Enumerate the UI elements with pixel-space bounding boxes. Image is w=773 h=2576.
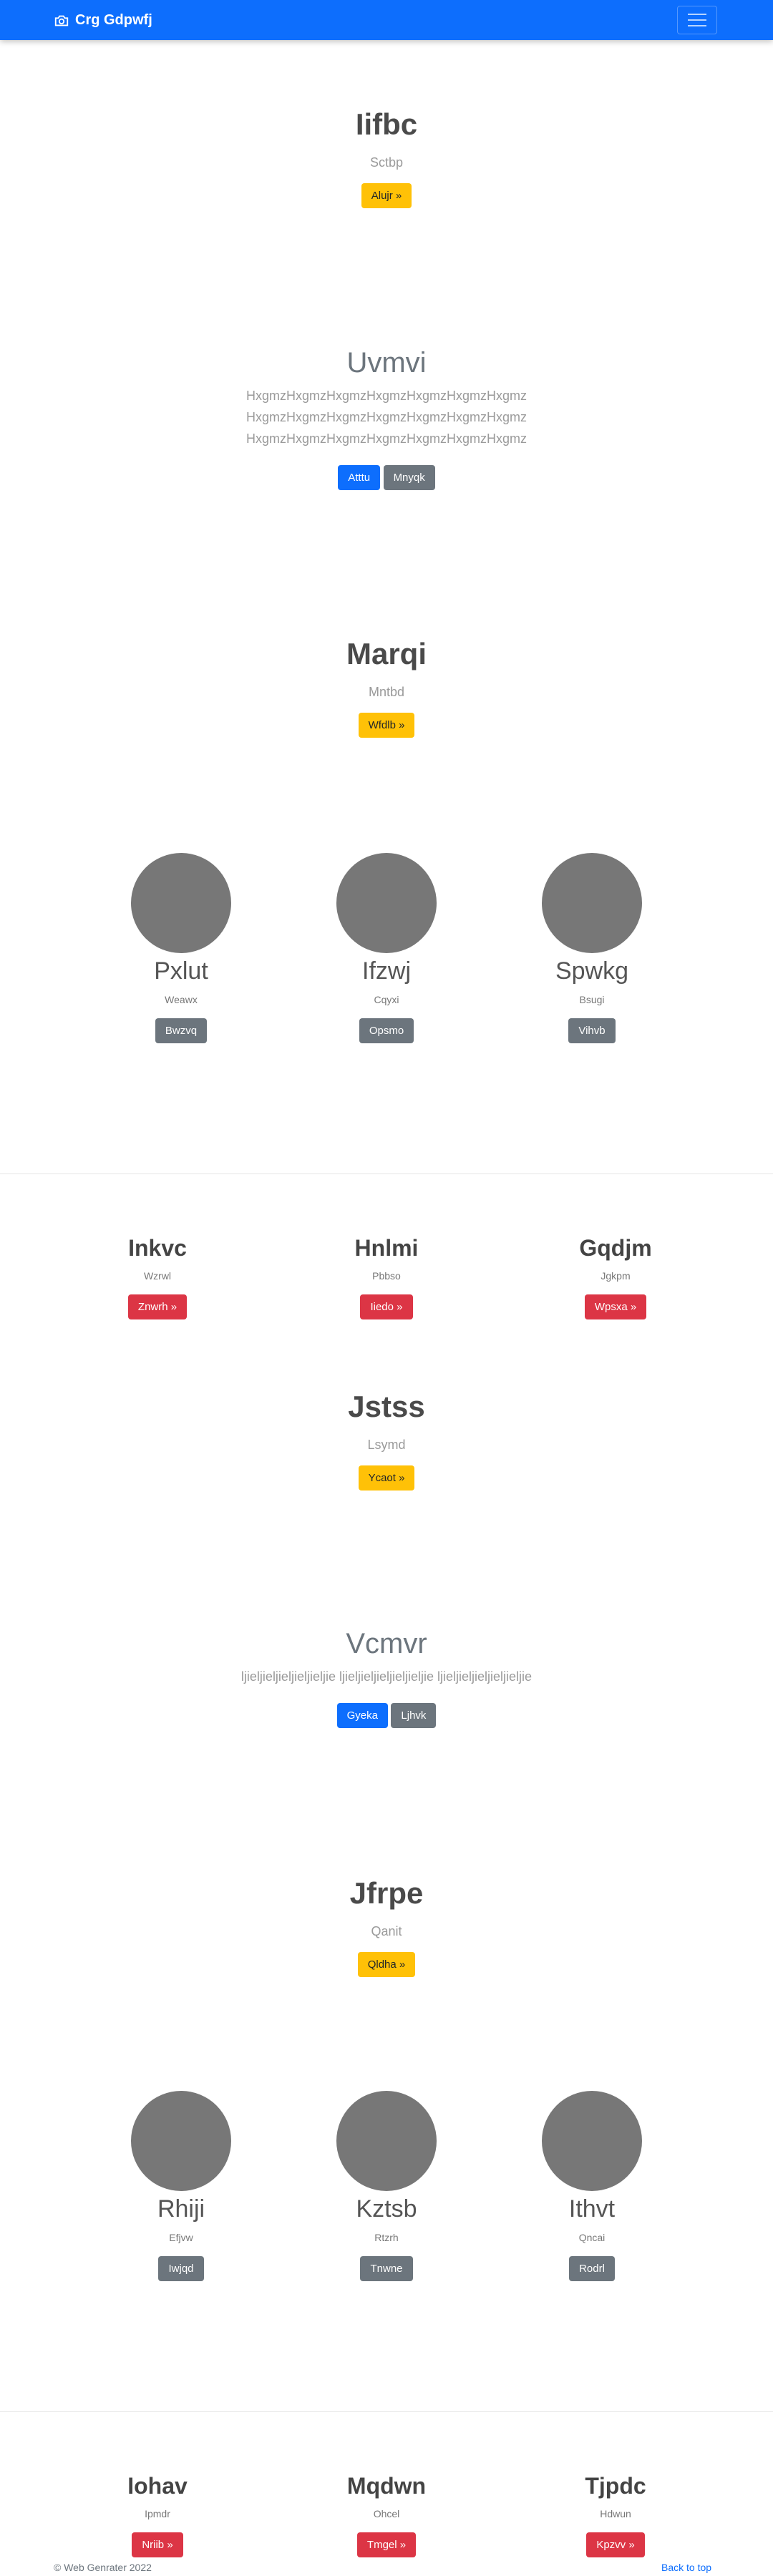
- hero-line-2: HxgmzHxgmzHxgmzHxgmzHxgmzHxgmzHxgmz: [245, 410, 528, 424]
- hero-section-4: Jstss Lsymd Ycaot »: [0, 1390, 773, 1491]
- card-title: Spwkg: [555, 957, 629, 985]
- card-subtitle: Weawx: [165, 994, 198, 1005]
- card: Spwkg Bsugi Vihvb: [513, 853, 671, 1043]
- primary-button[interactable]: Gyeka: [336, 1703, 388, 1728]
- feature-column: Inkvc Wzrwl Znwrh »: [79, 1231, 236, 1319]
- hero-button[interactable]: Alujr »: [361, 183, 412, 208]
- feature-title: Inkvc: [128, 1235, 187, 1261]
- hero-button[interactable]: Ycaot »: [358, 1465, 415, 1491]
- navbar: Crg Gdpwfj: [0, 0, 773, 40]
- feature-button[interactable]: Wpsxa »: [584, 1294, 647, 1319]
- hero-button[interactable]: Qldha »: [357, 1952, 416, 1977]
- card-button[interactable]: Tnwne: [360, 2256, 413, 2281]
- hero-section-3: Marqi Mntbd Wfdlb »: [0, 637, 773, 738]
- avatar-placeholder: [336, 2091, 437, 2191]
- feature-subtitle: Wzrwl: [143, 1270, 172, 1282]
- avatar-placeholder: [131, 2091, 231, 2191]
- hero-title: Jstss: [348, 1390, 425, 1423]
- card-button[interactable]: Bwzvq: [155, 1018, 208, 1043]
- card-title: Kztsb: [356, 2195, 417, 2223]
- hero-section-5: Vcmvr ljieljieljieljieljieljie ljieljiel…: [0, 1628, 773, 1728]
- feature-button[interactable]: Nriib »: [132, 2532, 183, 2557]
- feature-title: Hnlmi: [354, 1235, 419, 1261]
- footer-copyright: © Web Genrater 2022: [54, 2562, 152, 2573]
- feature-title: Iohav: [127, 2473, 188, 2499]
- brand-label: Crg Gdpwfj: [75, 12, 152, 28]
- feature-subtitle: Jgkpm: [601, 1270, 631, 1282]
- card-subtitle: Rtzrh: [374, 2232, 399, 2243]
- section-divider: [0, 2411, 773, 2412]
- card-title: Ifzwj: [362, 957, 411, 985]
- hero-title: Vcmvr: [346, 1628, 427, 1659]
- card: Ifzwj Cqyxi Opsmo: [308, 853, 465, 1043]
- secondary-button[interactable]: Mnyqk: [383, 465, 435, 490]
- card-title: Pxlut: [154, 957, 208, 985]
- avatar-placeholder: [336, 853, 437, 953]
- feature-title: Tjpdc: [585, 2473, 646, 2499]
- hero-title: Uvmvi: [346, 347, 427, 379]
- card: Ithvt Qncai Rodrl: [513, 2091, 671, 2281]
- feature-title: Mqdwn: [346, 2473, 427, 2499]
- card-title: Ithvt: [568, 2195, 616, 2223]
- hero-title: Marqi: [346, 637, 427, 670]
- avatar-placeholder: [131, 853, 231, 953]
- feature-subtitle: Ipmdr: [145, 2508, 170, 2519]
- card: Kztsb Rtzrh Tnwne: [308, 2091, 465, 2281]
- feature-column: Mqdwn Ohcel Tmgel »: [308, 2469, 465, 2557]
- camera-icon: [54, 15, 69, 26]
- hero-title: Iifbc: [355, 107, 418, 141]
- card-button[interactable]: Rodrl: [569, 2256, 615, 2281]
- hero-line: ljieljieljieljieljieljie ljieljieljielji…: [240, 1669, 533, 1684]
- feature-column: Hnlmi Pbbso Iiedo »: [308, 1231, 465, 1319]
- feature-column: Iohav Ipmdr Nriib »: [79, 2469, 236, 2557]
- hero-subtitle: Mntbd: [368, 685, 405, 699]
- feature-subtitle: Pbbso: [372, 1270, 401, 1282]
- hero-subtitle: Lsymd: [367, 1438, 406, 1452]
- avatar-placeholder: [542, 2091, 642, 2191]
- feature-button[interactable]: Kpzvv »: [586, 2532, 645, 2557]
- hero-line-3: HxgmzHxgmzHxgmzHxgmzHxgmzHxgmzHxgmz: [245, 431, 528, 446]
- hero-section-6: Jfrpe Qanit Qldha »: [0, 1876, 773, 1977]
- card-subtitle: Efjvw: [169, 2232, 193, 2243]
- navbar-brand[interactable]: Crg Gdpwfj: [54, 12, 152, 29]
- card-title: Rhiji: [157, 2195, 205, 2223]
- avatar-placeholder: [542, 853, 642, 953]
- card-button[interactable]: Iwjqd: [158, 2256, 204, 2281]
- feature-button[interactable]: Znwrh »: [127, 1294, 188, 1319]
- card: Pxlut Weawx Bwzvq: [102, 853, 260, 1043]
- feature-subtitle: Ohcel: [373, 2508, 400, 2519]
- feature-button[interactable]: Iiedo »: [360, 1294, 413, 1319]
- card: Rhiji Efjvw Iwjqd: [102, 2091, 260, 2281]
- hero-subtitle: Qanit: [371, 1924, 402, 1938]
- feature-column: Tjpdc Hdwun Kpzvv »: [537, 2469, 694, 2557]
- secondary-button[interactable]: Ljhvk: [391, 1703, 437, 1728]
- primary-button[interactable]: Atttu: [338, 465, 381, 490]
- hero-section-2: Uvmvi HxgmzHxgmzHxgmzHxgmzHxgmzHxgmzHxgm…: [0, 347, 773, 490]
- card-subtitle: Qncai: [578, 2232, 606, 2243]
- feature-title: Gqdjm: [579, 1235, 652, 1261]
- hero-subtitle: Sctbp: [369, 155, 404, 170]
- hamburger-icon[interactable]: [677, 6, 717, 34]
- card-subtitle: Cqyxi: [374, 994, 399, 1005]
- card-button[interactable]: Vihvb: [568, 1018, 616, 1043]
- card-subtitle: Bsugi: [579, 994, 605, 1005]
- feature-column: Gqdjm Jgkpm Wpsxa »: [537, 1231, 694, 1319]
- feature-button[interactable]: Tmgel »: [356, 2532, 417, 2557]
- hero-button[interactable]: Wfdlb »: [358, 713, 415, 738]
- hero-section-1: Iifbc Sctbp Alujr »: [0, 107, 773, 208]
- hero-title: Jfrpe: [349, 1876, 424, 1910]
- hero-line-1: HxgmzHxgmzHxgmzHxgmzHxgmzHxgmzHxgmz: [245, 389, 528, 403]
- card-button[interactable]: Opsmo: [359, 1018, 414, 1043]
- back-to-top-link[interactable]: Back to top: [661, 2562, 711, 2573]
- feature-subtitle: Hdwun: [600, 2508, 631, 2519]
